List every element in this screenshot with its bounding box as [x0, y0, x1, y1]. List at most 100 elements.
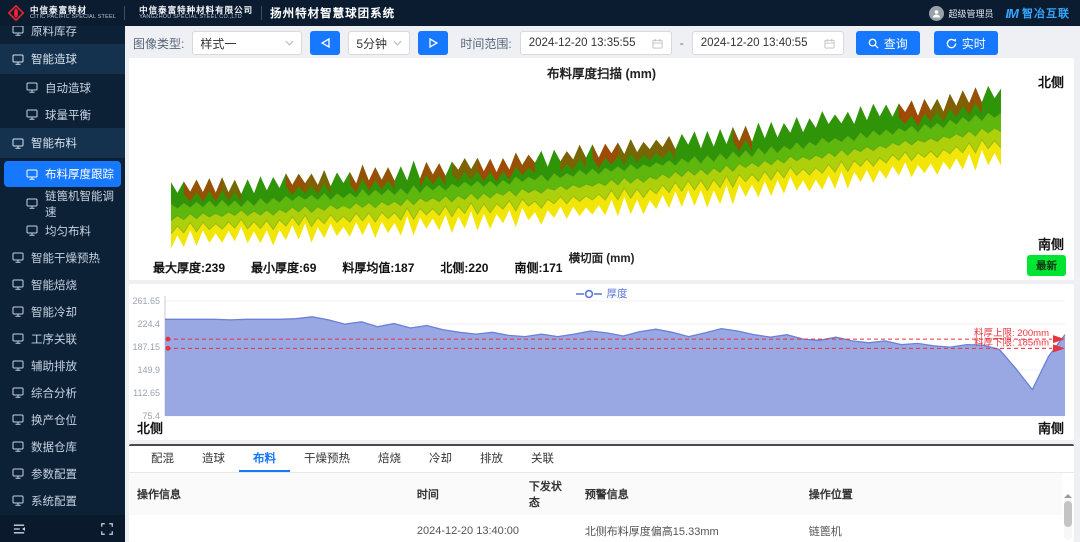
- table-scrollbar: [1064, 498, 1072, 540]
- vendor-logo-icon: IM: [1006, 6, 1018, 21]
- scrollbar-thumb[interactable]: [1064, 501, 1072, 527]
- monitor-icon: [12, 252, 24, 263]
- sidebar-item-15[interactable]: 数据仓库: [0, 433, 125, 460]
- table-cell: 2024-12-20 13:40:00: [409, 515, 521, 542]
- step-backward-button[interactable]: [310, 31, 340, 55]
- scrollbar-up-arrow-icon[interactable]: [1064, 490, 1072, 498]
- brand-primary-cn: 中信泰富特材: [30, 6, 116, 15]
- table-header-cell: 操作位置: [801, 473, 1062, 515]
- svg-text:149.9: 149.9: [137, 365, 160, 375]
- table-header-cell: 操作信息: [129, 473, 409, 515]
- table-cell: 北侧布料厚度偏高15.33mm: [577, 515, 801, 542]
- tab-7[interactable]: 关联: [517, 446, 568, 472]
- sidebar-item-5[interactable]: 布料厚度跟踪: [4, 161, 121, 187]
- sidebar-item-7[interactable]: 均匀布料: [0, 217, 125, 244]
- user-avatar[interactable]: [929, 6, 944, 21]
- sidebar-item-0[interactable]: 原料库存: [0, 26, 125, 44]
- table-header-cell: 下发状态: [521, 473, 577, 515]
- tab-5[interactable]: 冷却: [415, 446, 466, 472]
- thickness-area-chart: 261.65224.4187.15149.9112.6575.4料厚上限: 20…: [129, 284, 1074, 422]
- process-tabs: 配混造球布料干燥预热焙烧冷却排放关联: [129, 446, 1074, 473]
- chevron-down-icon: [393, 40, 402, 46]
- citic-logo-icon: [8, 5, 24, 21]
- query-button[interactable]: 查询: [856, 31, 920, 55]
- calendar-icon: [824, 38, 835, 49]
- sidebar-item-3[interactable]: 球量平衡: [0, 101, 125, 128]
- tab-3[interactable]: 干燥预热: [290, 446, 364, 472]
- toolbar: 图像类型: 样式一 5分钟 时间范围: 2024-12-20 13:35:55 …: [125, 26, 1080, 60]
- header-divider: [261, 6, 262, 20]
- time-to-value: 2024-12-20 13:40:55: [701, 37, 808, 49]
- image-type-select[interactable]: 样式一: [192, 31, 302, 55]
- sidebar-item-11[interactable]: 工序关联: [0, 325, 125, 352]
- time-from-value: 2024-12-20 13:35:55: [529, 37, 636, 49]
- sidebar-item-10[interactable]: 智能冷却: [0, 298, 125, 325]
- thickness-profile-panel: 厚度 261.65224.4187.15149.9112.6575.4料厚上限:…: [129, 284, 1074, 440]
- surface-3d-chart[interactable]: [129, 58, 1074, 280]
- brand-secondary-cn: 中信泰富特种材料有限公司: [139, 6, 253, 15]
- sidebar-item-16[interactable]: 参数配置: [0, 460, 125, 487]
- brand-secondary-en: YANGZHOU SPECIAL STEEL CO.,LTD: [139, 15, 253, 21]
- sidebar-item-1[interactable]: 智能造球: [0, 44, 125, 74]
- profile-north-label: 北侧: [137, 418, 163, 437]
- stat-item-0: 最大厚度:239: [153, 259, 225, 276]
- sidebar-item-2[interactable]: 自动造球: [0, 74, 125, 101]
- monitor-icon: [12, 441, 24, 452]
- sidebar-item-8[interactable]: 智能干燥预热: [0, 244, 125, 271]
- tab-1[interactable]: 造球: [188, 446, 239, 472]
- stat-item-4: 南侧:171: [514, 259, 562, 276]
- sidebar-item-label: 工序关联: [31, 331, 77, 347]
- app-title: 扬州特材智慧球团系统: [270, 5, 395, 21]
- monitor-icon: [12, 468, 24, 479]
- tab-2[interactable]: 布料: [239, 446, 290, 472]
- svg-text:261.65: 261.65: [132, 296, 160, 306]
- triangle-left-icon: [321, 38, 330, 48]
- surface-title: 布料厚度扫描 (mm): [129, 63, 1074, 82]
- latest-button[interactable]: 最新: [1027, 255, 1066, 276]
- process-log-panel: 配混造球布料干燥预热焙烧冷却排放关联 操作信息时间下发状态预警信息操作位置 20…: [129, 444, 1074, 542]
- table-cell: [521, 515, 577, 542]
- time-to-input[interactable]: 2024-12-20 13:40:55: [692, 31, 844, 55]
- monitor-icon: [12, 495, 24, 506]
- monitor-icon: [12, 26, 24, 36]
- sidebar-item-label: 参数配置: [31, 466, 77, 482]
- sidebar-item-label: 智能冷却: [31, 304, 77, 320]
- log-table: 操作信息时间下发状态预警信息操作位置 2024-12-20 13:40:00北侧…: [129, 473, 1062, 542]
- stat-item-3: 北侧:220: [440, 259, 488, 276]
- chevron-down-icon: [285, 40, 294, 46]
- sidebar-item-9[interactable]: 智能焙烧: [0, 271, 125, 298]
- sidebar-item-13[interactable]: 综合分析: [0, 379, 125, 406]
- brand-primary-en: CITIC PACIFIC SPECIAL STEEL: [30, 15, 116, 21]
- tab-6[interactable]: 排放: [466, 446, 517, 472]
- step-forward-button[interactable]: [418, 31, 448, 55]
- table-row: 2024-12-20 13:40:00北侧布料厚度偏高15.33mm链篦机: [129, 515, 1062, 542]
- refresh-icon: [946, 38, 957, 49]
- interval-select[interactable]: 5分钟: [348, 31, 410, 55]
- collapse-menu-icon[interactable]: [12, 523, 26, 535]
- monitor-icon: [26, 109, 38, 120]
- sidebar-item-4[interactable]: 智能布料: [0, 128, 125, 158]
- sidebar-item-label: 数据仓库: [31, 439, 77, 455]
- monitor-icon: [26, 169, 38, 180]
- surface-north-label: 北侧: [1038, 72, 1064, 91]
- time-from-input[interactable]: 2024-12-20 13:35:55: [520, 31, 672, 55]
- sidebar-item-17[interactable]: 系统配置: [0, 487, 125, 514]
- realtime-button[interactable]: 实时: [934, 31, 998, 55]
- sidebar-item-6[interactable]: 链篦机智能调速: [0, 190, 125, 217]
- fullscreen-icon[interactable]: [101, 523, 113, 535]
- table-header-cell: 时间: [409, 473, 521, 515]
- sidebar-item-label: 链篦机智能调速: [45, 188, 125, 220]
- sidebar-item-label: 布料厚度跟踪: [45, 166, 114, 182]
- sidebar-item-14[interactable]: 换产仓位: [0, 406, 125, 433]
- profile-south-label: 南侧: [1038, 418, 1064, 437]
- user-name[interactable]: 超级管理员: [949, 7, 994, 20]
- tab-0[interactable]: 配混: [137, 446, 188, 472]
- tab-4[interactable]: 焙烧: [364, 446, 415, 472]
- sidebar-item-label: 综合分析: [31, 385, 77, 401]
- svg-text:112.65: 112.65: [133, 388, 160, 398]
- calendar-icon: [652, 38, 663, 49]
- table-cell: [129, 515, 409, 542]
- monitor-icon: [12, 54, 24, 65]
- stat-item-2: 料厚均值:187: [342, 259, 414, 276]
- sidebar-item-12[interactable]: 辅助排放: [0, 352, 125, 379]
